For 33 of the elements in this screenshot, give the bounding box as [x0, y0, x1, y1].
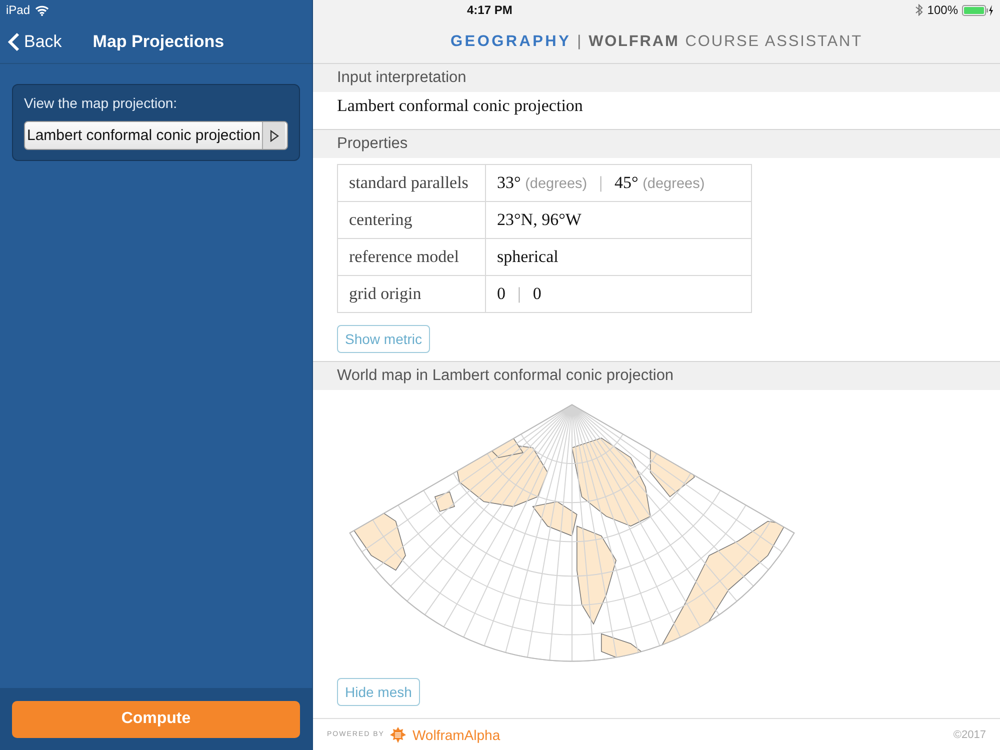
screen-title: Map Projections	[92, 32, 224, 52]
product-name: COURSE ASSISTANT	[685, 32, 862, 50]
copyright-text: ©2017	[953, 728, 986, 740]
bluetooth-icon	[915, 4, 924, 16]
back-button[interactable]: Back	[8, 32, 62, 52]
battery-percent: 100%	[927, 3, 958, 17]
projection-selector[interactable]: Lambert conformal conic projection	[24, 121, 288, 150]
property-name: centering	[338, 202, 486, 238]
property-name: grid origin	[338, 276, 486, 312]
property-value: 33° (degrees) | 45° (degrees)	[486, 164, 752, 202]
property-value: 23°N, 96°W	[486, 202, 752, 238]
property-name: reference model	[338, 238, 486, 276]
compute-button[interactable]: Compute	[12, 700, 300, 738]
field-label: View the map projection:	[24, 95, 178, 111]
section-header: Input interpretation	[313, 64, 1000, 92]
battery-icon	[962, 4, 994, 16]
triangle-icon	[270, 130, 279, 142]
carrier-label: iPad	[6, 3, 30, 17]
property-value: spherical	[486, 238, 752, 276]
brand-name: WOLFRAM	[588, 32, 680, 50]
section-header: World map in Lambert conformal conic projection	[313, 362, 1000, 390]
wifi-icon	[35, 4, 50, 16]
chevron-left-icon	[8, 32, 20, 52]
wolframalpha-logo[interactable]: WolframAlpha	[412, 726, 500, 742]
starburst-logo-icon	[390, 726, 406, 742]
property-value: 0 | 0	[486, 276, 752, 312]
status-time: 4:17 PM	[467, 3, 512, 17]
section-header: Properties	[313, 130, 1000, 158]
hide-mesh-button[interactable]: Hide mesh	[337, 678, 420, 706]
property-name: standard parallels	[338, 164, 486, 202]
title-separator: |	[577, 32, 583, 50]
subject-title: GEOGRAPHY	[450, 32, 572, 50]
show-metric-button[interactable]: Show metric	[337, 325, 430, 353]
